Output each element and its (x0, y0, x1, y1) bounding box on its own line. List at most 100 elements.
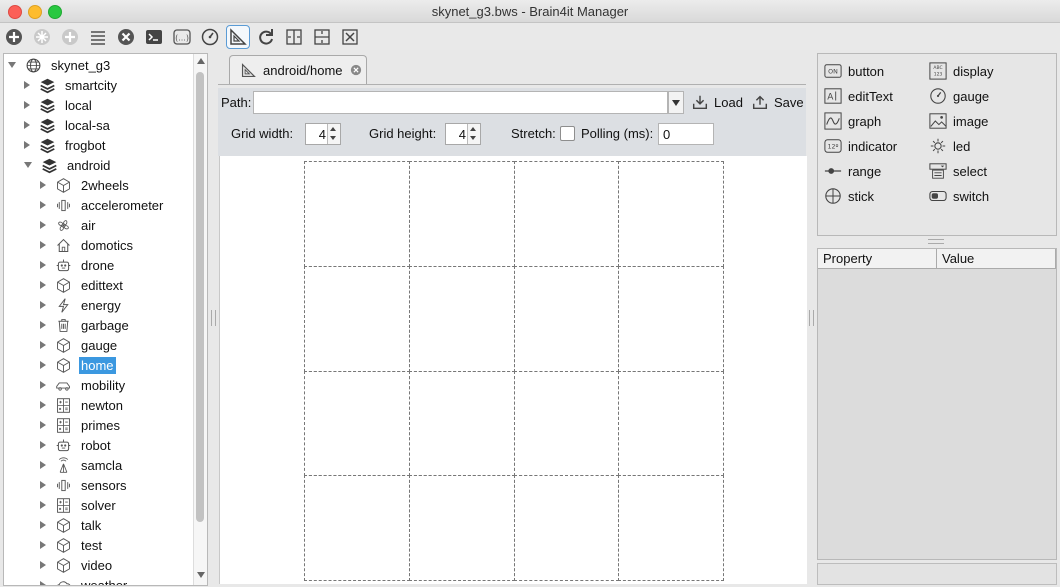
property-column-header[interactable]: Property (818, 249, 937, 269)
grid-cell[interactable] (408, 370, 515, 477)
palette-item-gauge[interactable]: gauge (929, 86, 989, 106)
tree-root-node[interactable]: skynet_g3 (8, 55, 112, 75)
spinner-up-icon[interactable] (470, 127, 476, 131)
tree-item-node[interactable]: mobility (40, 375, 127, 395)
tree-scrollbar[interactable] (193, 54, 207, 585)
expand-arrow-right-icon[interactable] (40, 561, 46, 569)
expand-arrow-right-icon[interactable] (24, 141, 30, 149)
load-button[interactable]: Load (691, 92, 743, 112)
grid-cell[interactable] (513, 161, 620, 267)
tree-item-node[interactable]: solver (40, 495, 118, 515)
function-button[interactable]: (...) (170, 25, 194, 49)
tree-item-node[interactable]: video (40, 555, 114, 575)
expand-arrow-right-icon[interactable] (40, 281, 46, 289)
close-editor-button[interactable] (338, 25, 362, 49)
expand-arrow-right-icon[interactable] (40, 461, 46, 469)
scroll-down-icon[interactable] (197, 572, 205, 578)
splitter-handle-palette[interactable] (928, 239, 944, 244)
spinner-down-icon[interactable] (470, 136, 476, 140)
tree-item-node[interactable]: 2wheels (40, 175, 131, 195)
tree-item-node[interactable]: test (40, 535, 104, 555)
grid-width-spinner[interactable]: 4 (305, 123, 341, 145)
grid-cell[interactable] (618, 370, 724, 477)
expand-arrow-right-icon[interactable] (40, 401, 46, 409)
stretch-checkbox[interactable] (560, 126, 575, 141)
tree-item-node[interactable]: newton (40, 395, 125, 415)
dashboard-canvas[interactable] (219, 156, 807, 584)
tree-item-node[interactable]: edittext (40, 275, 125, 295)
palette-item-image[interactable]: image (929, 111, 988, 131)
expand-arrow-right-icon[interactable] (40, 201, 46, 209)
grid-height-spinner[interactable]: 4 (445, 123, 481, 145)
grid-cell[interactable] (304, 161, 410, 267)
grid-cell[interactable] (618, 161, 724, 267)
expand-arrow-right-icon[interactable] (40, 541, 46, 549)
grid-cell[interactable] (304, 370, 410, 477)
expand-arrow-right-icon[interactable] (24, 81, 30, 89)
tree-item-node[interactable]: energy (40, 295, 123, 315)
grid-cell[interactable] (618, 265, 724, 372)
scroll-thumb[interactable] (196, 72, 204, 522)
palette-item-indicator[interactable]: 12º indicator (824, 136, 897, 156)
terminal-button[interactable] (142, 25, 166, 49)
tree-item-node[interactable]: robot (40, 435, 113, 455)
tree-item-node[interactable]: domotics (40, 235, 135, 255)
tree-item-node[interactable]: drone (40, 255, 116, 275)
spinner-down-icon[interactable] (330, 136, 336, 140)
expand-arrow-right-icon[interactable] (40, 261, 46, 269)
expand-arrow-down-icon[interactable] (24, 162, 32, 168)
path-input[interactable] (253, 91, 668, 114)
scroll-up-icon[interactable] (197, 58, 205, 64)
splitter-handle-right[interactable] (809, 310, 814, 326)
tree-item-node[interactable]: primes (40, 415, 122, 435)
expand-arrow-right-icon[interactable] (40, 481, 46, 489)
palette-item-switch[interactable]: switch (929, 186, 989, 206)
tree-item-node[interactable]: gauge (40, 335, 119, 355)
expand-arrow-right-icon[interactable] (40, 321, 46, 329)
tree-item-node[interactable]: garbage (40, 315, 131, 335)
value-column-header[interactable]: Value (937, 249, 1056, 269)
expand-arrow-right-icon[interactable] (40, 181, 46, 189)
tree-module-node[interactable]: frogbot (24, 135, 107, 155)
palette-item-button[interactable]: ON button (824, 61, 884, 81)
add-module-button[interactable] (58, 25, 82, 49)
tree-item-node[interactable]: talk (40, 515, 103, 535)
tree-item-node[interactable]: samcla (40, 455, 124, 475)
expand-arrow-down-icon[interactable] (8, 62, 16, 68)
expand-arrow-right-icon[interactable] (40, 421, 46, 429)
tree-item-node[interactable]: weather (40, 575, 129, 585)
expand-arrow-right-icon[interactable] (40, 341, 46, 349)
grid-cell[interactable] (408, 475, 515, 581)
grid-cell[interactable] (408, 265, 515, 372)
palette-item-edittext[interactable]: AeditText (824, 86, 893, 106)
tree-item-node[interactable]: sensors (40, 475, 129, 495)
grid-cell[interactable] (513, 475, 620, 581)
expand-arrow-right-icon[interactable] (40, 521, 46, 529)
spinner-up-icon[interactable] (330, 127, 336, 131)
grid-cell[interactable] (513, 370, 620, 477)
split-vertical-button[interactable] (310, 25, 334, 49)
expand-arrow-right-icon[interactable] (24, 101, 30, 109)
grid-cell[interactable] (408, 161, 515, 267)
tree-item-node[interactable]: air (40, 215, 97, 235)
expand-arrow-right-icon[interactable] (24, 121, 30, 129)
palette-item-display[interactable]: ABC 123 display (929, 61, 993, 81)
grid-cell[interactable] (304, 265, 410, 372)
save-button[interactable]: Save (751, 92, 804, 112)
expand-arrow-right-icon[interactable] (40, 241, 46, 249)
editor-button[interactable] (226, 25, 250, 49)
expand-arrow-right-icon[interactable] (40, 221, 46, 229)
tree-module-node[interactable]: smartcity (24, 75, 119, 95)
tree-module-node[interactable]: local (24, 95, 94, 115)
polling-input[interactable]: 0 (658, 123, 714, 145)
tree-item-node[interactable]: home (40, 355, 116, 375)
path-dropdown-button[interactable] (668, 91, 684, 114)
splitter-handle-left[interactable] (211, 310, 216, 326)
palette-item-stick[interactable]: stick (824, 186, 874, 206)
grid-cell[interactable] (513, 265, 620, 372)
palette-item-select[interactable]: select (929, 161, 987, 181)
palette-item-graph[interactable]: graph (824, 111, 881, 131)
tab-android-home[interactable]: android/home (229, 55, 367, 84)
tree-module-node[interactable]: android (24, 155, 112, 175)
tree-item-node[interactable]: accelerometer (40, 195, 165, 215)
